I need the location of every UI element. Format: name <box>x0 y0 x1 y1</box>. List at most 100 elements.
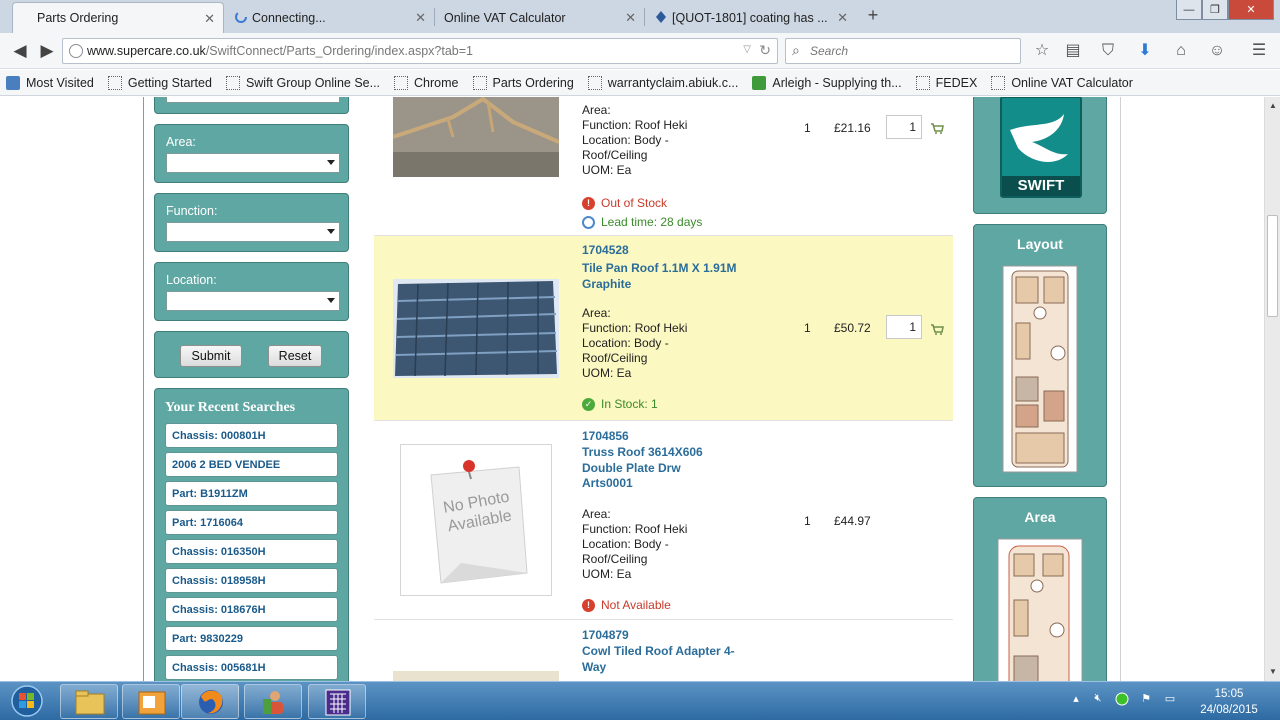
recent-search-item[interactable]: Chassis: 018676H <box>165 597 338 622</box>
add-to-basket-icon[interactable] <box>930 122 944 134</box>
close-icon[interactable]: ✕ <box>837 10 848 26</box>
area-floorplan-image[interactable] <box>997 538 1083 681</box>
recent-search-item[interactable]: Chassis: 018958H <box>165 568 338 593</box>
recent-search-item[interactable]: Part: 9830229 <box>165 626 338 651</box>
swift-bird-icon <box>1010 114 1068 162</box>
tab-vat-calculator[interactable]: Online VAT Calculator ✕ <box>436 2 644 33</box>
recent-search-item[interactable]: Chassis: 005681H <box>165 655 338 680</box>
bookmark-chrome[interactable]: Chrome <box>394 75 459 90</box>
product-name[interactable]: Tile Pan Roof 1.1M X 1.91M Graphite <box>582 261 742 292</box>
product-image[interactable] <box>393 279 559 378</box>
recent-searches-panel: Your Recent Searches Chassis: 000801H 20… <box>154 388 349 681</box>
outlook-taskbar-button[interactable] <box>122 684 180 719</box>
explorer-taskbar-button[interactable] <box>60 684 118 719</box>
product-name[interactable]: Truss Roof 3614X606 Double Plate Drw Art… <box>582 445 732 492</box>
new-tab-button[interactable]: + <box>864 5 882 25</box>
download-icon[interactable]: ⬇ <box>1134 40 1156 62</box>
tab-parts-ordering[interactable]: Parts Ordering ✕ <box>12 2 224 33</box>
close-icon[interactable]: ✕ <box>204 11 215 27</box>
location-filter-panel: Location: <box>154 262 349 321</box>
system-clock[interactable]: 15:05 24/08/2015 <box>1194 686 1264 718</box>
product-area: Area: <box>582 103 611 117</box>
area-label: Area: <box>166 135 196 149</box>
product-code[interactable]: 1704528 <box>582 243 629 257</box>
product-name[interactable]: Cowl Tiled Roof Adapter 4-Way <box>582 644 752 675</box>
order-qty-input[interactable]: 1 <box>886 315 922 339</box>
bookmark-arleigh[interactable]: Arleigh - Supplying th... <box>752 75 902 90</box>
recent-search-item[interactable]: Chassis: 016350H <box>165 539 338 564</box>
vertical-scrollbar[interactable]: ▲ ▼ <box>1264 97 1280 681</box>
volume-muted-icon[interactable]: 🔇︎ <box>1090 692 1106 708</box>
status-green-icon[interactable] <box>1114 692 1130 708</box>
bookmark-swift-group[interactable]: Swift Group Online Se... <box>225 75 380 90</box>
area-select[interactable] <box>166 153 340 173</box>
bookmark-warrantyclaim[interactable]: warrantyclaim.abiuk.c... <box>587 75 738 90</box>
product-image[interactable] <box>393 97 559 177</box>
folder-icon <box>75 690 105 715</box>
home-icon[interactable]: ⌂ <box>1170 40 1192 62</box>
dropdown-icon[interactable]: ▽ <box>743 44 751 55</box>
bookmark-star-icon[interactable]: ☆ <box>1031 40 1053 62</box>
bookmark-vat-calculator[interactable]: Online VAT Calculator <box>991 75 1133 90</box>
product-details: Area: Function: Roof Heki Location: Body… <box>582 306 722 381</box>
pocket-icon[interactable]: ⛉ <box>1097 40 1119 62</box>
order-qty-input[interactable]: 1 <box>886 115 922 139</box>
bookmark-parts-ordering[interactable]: Parts Ordering <box>472 75 574 90</box>
forward-arrow-icon[interactable]: ▶ <box>36 40 58 62</box>
maximize-button[interactable]: ❐ <box>1202 0 1228 20</box>
chat-icon[interactable]: ☺ <box>1206 40 1228 62</box>
people-taskbar-button[interactable] <box>244 684 302 719</box>
close-icon[interactable]: ✕ <box>415 10 426 26</box>
start-button[interactable] <box>4 683 50 720</box>
show-hidden-icons[interactable]: ▴ <box>1068 692 1084 708</box>
network-icon[interactable]: ▭ <box>1162 692 1178 708</box>
search-input[interactable]: ⌕ Search <box>785 38 1021 64</box>
minimize-button[interactable]: — <box>1176 0 1202 20</box>
close-window-button[interactable]: ✕ <box>1228 0 1274 20</box>
flag-icon[interactable]: ⚑ <box>1138 692 1154 708</box>
product-image[interactable] <box>393 671 559 681</box>
grid-app-taskbar-button[interactable] <box>308 684 366 719</box>
bookmark-getting-started[interactable]: Getting Started <box>107 75 212 90</box>
add-to-basket-icon[interactable] <box>930 323 944 335</box>
scroll-down-icon[interactable]: ▼ <box>1269 667 1277 676</box>
stock-status-text: Out of Stock <box>601 196 668 210</box>
bookmark-label: Getting Started <box>127 75 212 90</box>
bookmark-fedex[interactable]: FEDEX <box>915 75 977 90</box>
stock-status: ! Out of Stock <box>582 196 667 210</box>
scrollbar-thumb[interactable] <box>1267 215 1278 317</box>
filter-select[interactable] <box>166 97 340 103</box>
recent-search-item[interactable]: 2006 2 BED VENDEE <box>165 452 338 477</box>
location-select[interactable] <box>166 291 340 311</box>
product-code[interactable]: 1704856 <box>582 429 629 443</box>
firefox-taskbar-button[interactable] <box>181 684 239 719</box>
menu-icon[interactable]: ☰ <box>1248 40 1270 62</box>
tab-separator <box>644 8 645 26</box>
recent-search-item[interactable]: Part: 1716064 <box>165 510 338 535</box>
page-icon <box>915 75 930 90</box>
chevron-down-icon <box>327 229 335 234</box>
reading-list-icon[interactable]: ▤ <box>1062 40 1084 62</box>
function-select[interactable] <box>166 222 340 242</box>
product-code[interactable]: 1704879 <box>582 628 629 642</box>
product-function: Function: Roof Heki <box>582 321 688 335</box>
stock-status-text: Not Available <box>601 598 671 612</box>
product-area: Area: <box>582 507 611 521</box>
function-filter-panel: Function: <box>154 193 349 252</box>
close-icon[interactable]: ✕ <box>625 10 636 26</box>
recent-search-item[interactable]: Part: B1911ZM <box>165 481 338 506</box>
submit-button[interactable]: Submit <box>180 345 242 367</box>
tab-quot[interactable]: [QUOT-1801] coating has ... ✕ <box>648 2 856 33</box>
reset-button[interactable]: Reset <box>268 345 322 367</box>
bookmark-most-visited[interactable]: Most Visited <box>6 75 94 90</box>
tab-connecting[interactable]: Connecting... ✕ <box>228 2 434 33</box>
layout-floorplan-image[interactable] <box>1002 265 1078 473</box>
product-image[interactable]: No Photo Available <box>400 444 552 596</box>
back-arrow-icon[interactable]: ◀ <box>9 40 31 62</box>
swift-logo-text: SWIFT <box>1002 176 1080 196</box>
clock-icon <box>582 215 595 229</box>
scroll-up-icon[interactable]: ▲ <box>1269 101 1277 110</box>
recent-search-item[interactable]: Chassis: 000801H <box>165 423 338 448</box>
reload-icon[interactable]: ↻ <box>759 42 771 59</box>
url-bar[interactable]: www.supercare.co.uk/SwiftConnect/Parts_O… <box>62 38 778 64</box>
